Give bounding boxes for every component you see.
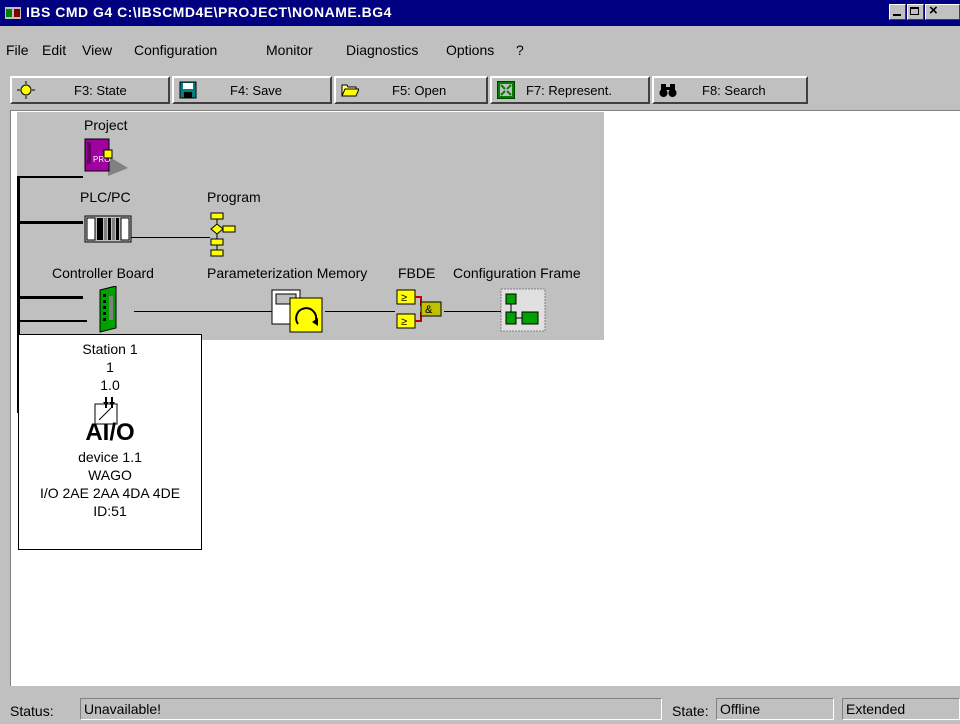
station-number: 1 — [106, 359, 114, 375]
svg-text:≥: ≥ — [401, 292, 407, 304]
menu-edit[interactable]: Edit — [42, 42, 66, 58]
config-frame-label: Configuration Frame — [453, 265, 581, 281]
project-label: Project — [84, 117, 128, 133]
device-vendor: WAGO — [88, 467, 132, 483]
app-icon — [5, 7, 21, 19]
state-button-label: F3: State — [74, 83, 127, 98]
represent-button[interactable]: F7: Represent. — [490, 76, 650, 104]
fbde-icon[interactable]: ≥ ≥ & — [395, 288, 445, 332]
window-title: IBS CMD G4 C:\IBSCMD4E\PROJECT\NONAME.BG… — [26, 4, 392, 20]
frame-link-line — [444, 311, 502, 312]
station-address: 1.0 — [100, 377, 120, 393]
binoculars-icon — [659, 84, 677, 97]
menu-configuration[interactable]: Configuration — [134, 42, 217, 58]
fbde-label: FBDE — [398, 265, 436, 281]
toolbar: F3: State F4: Save F5: Open F7: Represen… — [0, 72, 960, 106]
program-link-line — [130, 237, 210, 238]
menu-monitor[interactable]: Monitor — [266, 42, 313, 58]
state-button[interactable]: F3: State — [10, 76, 170, 104]
fbde-link-line — [325, 311, 395, 312]
station-bus-top — [17, 320, 87, 322]
program-label: Program — [207, 189, 261, 205]
device-id: ID:51 — [93, 503, 127, 519]
menu-view[interactable]: View — [82, 42, 112, 58]
save-icon — [179, 81, 197, 99]
open-folder-icon — [341, 84, 359, 97]
controller-board-label: Controller Board — [52, 265, 154, 281]
menu-diagnostics[interactable]: Diagnostics — [346, 42, 418, 58]
plc-connector — [17, 221, 83, 224]
represent-icon — [497, 81, 515, 99]
project-icon[interactable]: PRO — [84, 138, 130, 178]
status-field: Unavailable! — [80, 698, 662, 720]
open-button-label: F5: Open — [392, 83, 447, 98]
search-button[interactable]: F8: Search — [652, 76, 808, 104]
menu-file[interactable]: File — [6, 42, 29, 58]
maximize-button[interactable] — [907, 4, 924, 20]
plc-icon[interactable] — [84, 215, 132, 243]
search-button-label: F8: Search — [702, 83, 766, 98]
controller-board-icon[interactable] — [94, 286, 122, 334]
param-link-line — [134, 311, 272, 312]
save-button-label: F4: Save — [230, 83, 283, 98]
io-module-text: AI/O — [85, 419, 135, 446]
controller-connector — [17, 296, 83, 299]
state-icon — [17, 81, 35, 99]
project-connector — [17, 176, 83, 178]
represent-button-label: F7: Represent. — [526, 83, 612, 98]
device-name: device 1.1 — [78, 449, 142, 465]
close-icon: × — [929, 2, 938, 19]
status-label: Status: — [10, 703, 54, 719]
param-memory-label: Parameterization Memory — [207, 265, 368, 281]
menu-options[interactable]: Options — [446, 42, 494, 58]
status-bar: Status: Unavailable! State: Offline Exte… — [0, 692, 960, 724]
open-button[interactable]: F5: Open — [334, 76, 488, 104]
config-frame-icon[interactable] — [500, 288, 546, 332]
title-bar: IBS CMD G4 C:\IBSCMD4E\PROJECT\NONAME.BG… — [0, 0, 960, 26]
minimize-button[interactable] — [889, 4, 906, 20]
program-icon[interactable] — [207, 212, 241, 258]
close-button[interactable]: × — [925, 2, 960, 20]
menu-help[interactable]: ? — [516, 42, 524, 58]
svg-text:&: & — [425, 304, 433, 316]
save-button[interactable]: F4: Save — [172, 76, 332, 104]
state-field: Offline — [716, 698, 834, 720]
state-label: State: — [672, 703, 709, 719]
svg-text:≥: ≥ — [401, 316, 407, 328]
mode-field: Extended — [842, 698, 960, 720]
station-name: Station 1 — [82, 341, 138, 357]
device-type: I/O 2AE 2AA 4DA 4DE — [39, 485, 181, 501]
param-memory-icon[interactable] — [270, 288, 326, 334]
plc-label: PLC/PC — [80, 189, 131, 205]
menu-bar: File Edit View Configuration Monitor Dia… — [0, 26, 960, 70]
